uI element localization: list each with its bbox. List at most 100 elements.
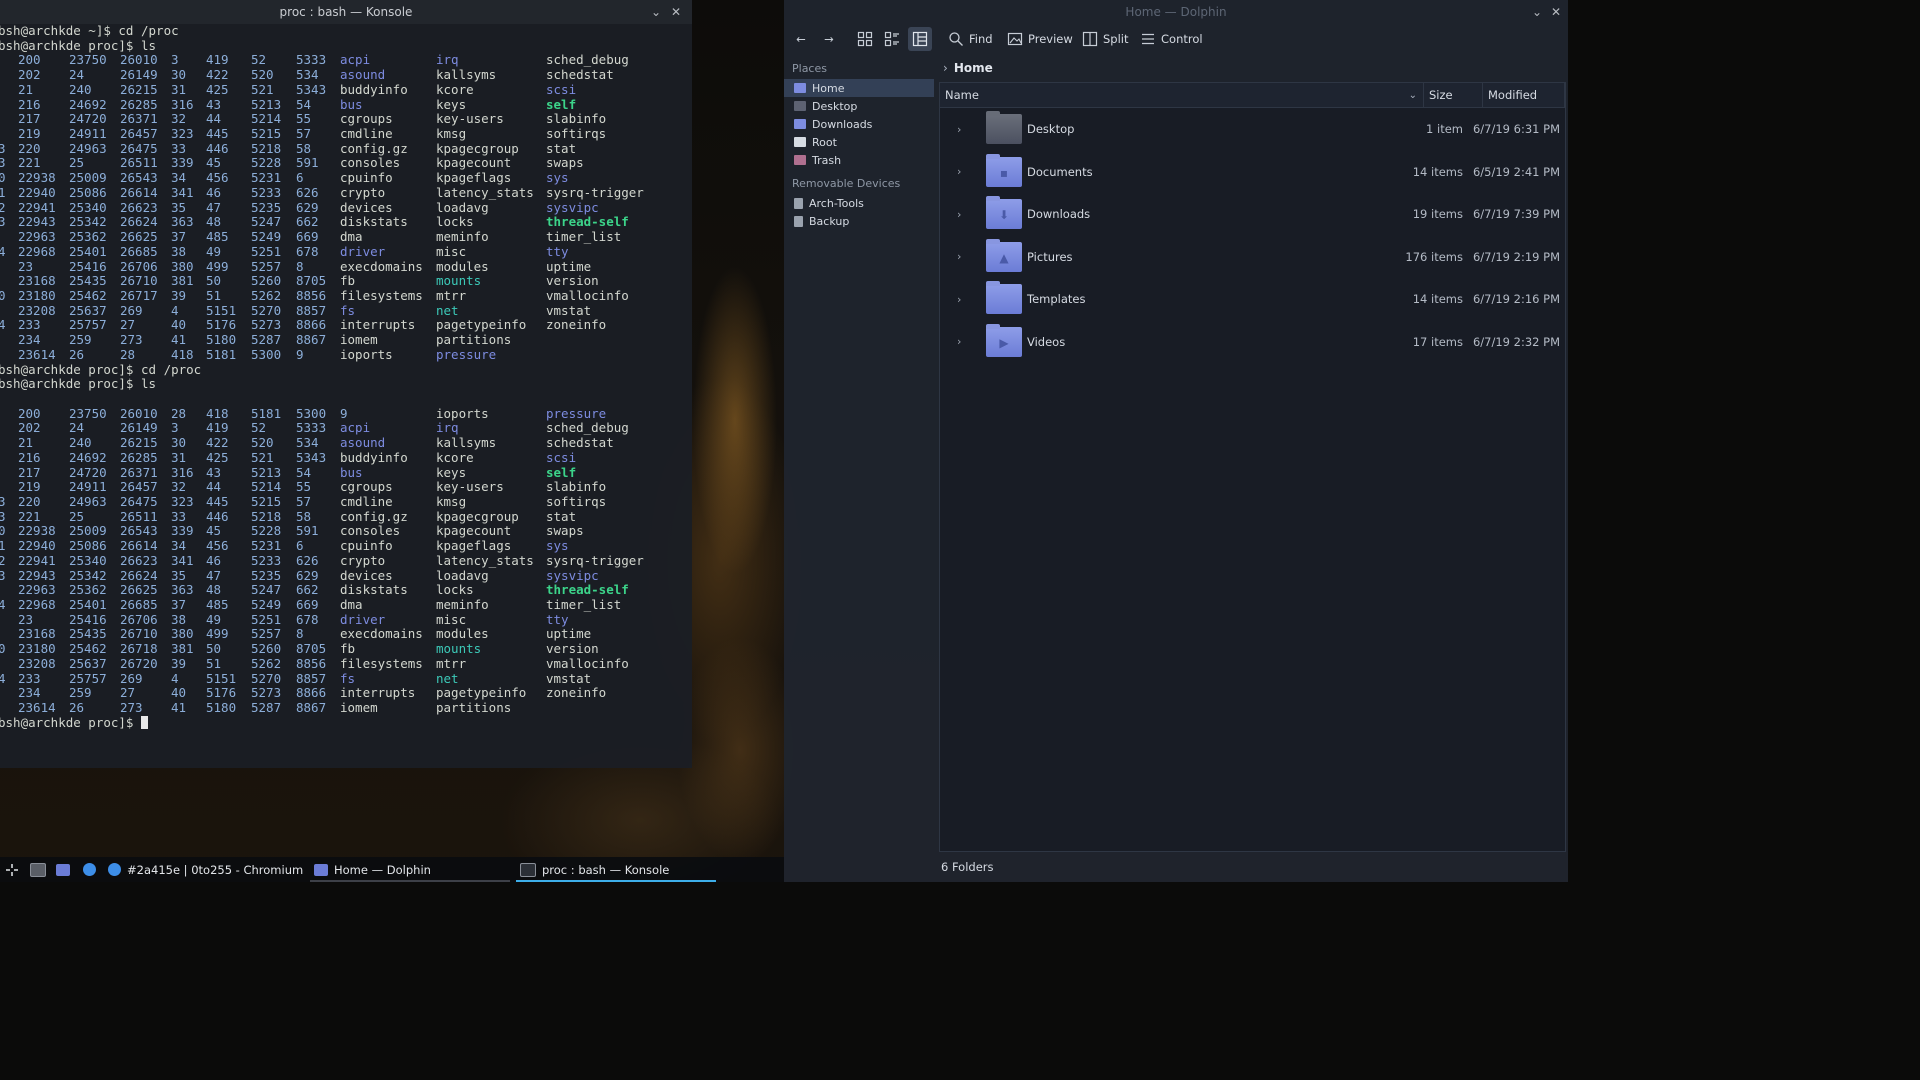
file-row[interactable]: › ▶ Videos 17 items 6/7/19 2:32 PM [940, 321, 1565, 364]
terminal-cell: 3 [0, 567, 6, 583]
terminal-line: 23208 25637 26720 39 51 5262 8856 filesystems mt… [0, 655, 692, 672]
terminal-cell: 202 [18, 67, 41, 83]
pictures-folder-icon: ▲ [986, 238, 1022, 272]
expand-chevron-icon[interactable]: › [957, 208, 961, 221]
back-button[interactable]: ← [792, 27, 810, 51]
terminal-cell: 22968 [18, 597, 56, 613]
icons-view-button[interactable] [854, 27, 876, 51]
terminal-cell: 5260 [251, 641, 282, 657]
app-launcher-button[interactable] [5, 857, 19, 882]
details-view-button[interactable] [908, 27, 932, 51]
file-row[interactable]: › Desktop 1 item 6/7/19 6:31 PM [940, 108, 1565, 151]
close-icon[interactable]: ✕ [667, 3, 685, 21]
terminal-cell: 31 [171, 449, 187, 465]
dolphin-title: Home — Dolphin [1125, 5, 1227, 19]
places-item-trash[interactable]: Trash [784, 151, 934, 169]
expand-chevron-icon[interactable]: › [957, 293, 961, 306]
terminal-cell: 26149 [120, 420, 158, 436]
terminal-cell: 25 [69, 508, 85, 524]
terminal-line: 3 22943 25342 26624 35 47 5235 629 devices loadav… [0, 567, 692, 584]
terminal-line: bsh@archkde ~]$ cd /proc [0, 23, 692, 39]
terminal-cell: 51 [206, 655, 222, 671]
terminal-cell: fb [340, 273, 356, 289]
taskbar-task[interactable]: #2a415e | 0to255 - Chromium [108, 857, 303, 882]
terminal-cell: fb [340, 641, 356, 657]
terminal-cell: 3 [0, 494, 6, 509]
split-button[interactable]: Split [1082, 27, 1129, 51]
terminal-cell: 27 [120, 685, 136, 701]
close-icon[interactable]: ✕ [1547, 3, 1565, 21]
terminal-cell: uptime [546, 258, 592, 274]
terminal-cell: 34 [171, 170, 187, 186]
terminal-cell: interrupts [340, 317, 416, 333]
places-item-root[interactable]: Root [784, 133, 934, 151]
split-label: Split [1103, 32, 1129, 46]
terminal-cell: 25416 [69, 611, 107, 627]
file-row[interactable]: › ⬇ Downloads 19 items 6/7/19 7:39 PM [940, 193, 1565, 236]
dolphin-window[interactable]: Home — Dolphin ⌄ ✕ ← → Find Preview Spli… [784, 0, 1568, 882]
show-desktop-button[interactable] [30, 857, 46, 882]
konsole-window[interactable]: proc : bash — Konsole ⌄ ✕ bsh@archkde ~]… [0, 0, 692, 768]
terminal-cell: 24963 [69, 494, 107, 509]
terminal-cell: 5218 [251, 140, 282, 156]
control-menu-button[interactable]: Control [1140, 27, 1203, 51]
terminal-cell: 4 [0, 670, 6, 686]
taskbar-task[interactable]: Home — Dolphin [314, 857, 431, 882]
expand-chevron-icon[interactable]: › [957, 335, 961, 348]
column-name[interactable]: Name ⌄ [940, 83, 1424, 107]
terminal-cell: 43 [206, 96, 222, 112]
konsole-titlebar[interactable]: proc : bash — Konsole ⌄ ✕ [0, 0, 692, 24]
preview-button[interactable]: Preview [1007, 27, 1073, 51]
compact-view-button[interactable] [881, 27, 903, 51]
expand-chevron-icon[interactable]: › [957, 250, 961, 263]
taskbar-task[interactable]: proc : bash — Konsole [520, 857, 669, 882]
terminal-cell: 8857 [296, 302, 327, 318]
terminal-cell: 26010 [120, 52, 158, 68]
terminal-cell: driver [340, 243, 386, 259]
column-name-label: Name [945, 88, 979, 102]
terminal-line: 22963 25362 26625 363 48 5247 662 diskstats lock… [0, 583, 692, 598]
terminal-cell: 26718 [120, 641, 158, 657]
terminal-cell: 8 [296, 626, 304, 642]
terminal-cell: 419 [206, 52, 229, 68]
terminal-cell: 216 [18, 449, 41, 465]
terminal-cell: 24911 [69, 479, 107, 495]
device-item[interactable]: Arch-Tools [784, 194, 934, 212]
terminal-cell: bsh@archkde proc]$ ls [0, 37, 157, 53]
details-view[interactable]: Name ⌄ Size Modified › Desktop 1 item 6/7/1… [939, 82, 1566, 852]
breadcrumb[interactable]: › Home [939, 56, 1568, 80]
dolphin-titlebar[interactable]: Home — Dolphin ⌄ ✕ [784, 0, 1568, 24]
terminal-cell: kpagecount [436, 155, 512, 171]
forward-button[interactable]: → [820, 27, 838, 51]
terminal-cell: 5215 [251, 126, 282, 142]
file-name: Videos [1027, 334, 1066, 349]
column-size[interactable]: Size [1424, 83, 1483, 107]
find-button[interactable]: Find [948, 27, 993, 51]
terminal-cell: 273 [120, 332, 143, 348]
expand-chevron-icon[interactable]: › [957, 165, 961, 178]
minimize-icon[interactable]: ⌄ [647, 3, 665, 21]
terminal-cell: scsi [546, 81, 577, 97]
terminal-cell: consoles [340, 155, 401, 171]
terminal-cell: 456 [206, 170, 229, 186]
places-item-downloads[interactable]: Downloads [784, 115, 934, 133]
places-item-home[interactable]: Home [784, 79, 934, 97]
minimize-icon[interactable]: ⌄ [1528, 3, 1546, 21]
file-row[interactable]: › ▲ Pictures 176 items 6/7/19 2:19 PM [940, 236, 1565, 279]
column-modified[interactable]: Modified [1483, 83, 1565, 107]
device-item[interactable]: Backup [784, 212, 934, 230]
breadcrumb-home[interactable]: Home [954, 61, 993, 75]
browser-launcher[interactable] [83, 857, 96, 882]
places-item-desktop[interactable]: Desktop [784, 97, 934, 115]
file-row[interactable]: › ▪ Documents 14 items 6/5/19 2:41 PM [940, 151, 1565, 194]
terminal-output[interactable]: bsh@archkde ~]$ cd /proc bsh@archkde proc… [0, 23, 692, 731]
terminal-cell: 26614 [120, 184, 158, 200]
file-manager-launcher[interactable] [56, 857, 70, 882]
file-row[interactable]: › Templates 14 items 6/7/19 2:16 PM [940, 278, 1565, 321]
expand-chevron-icon[interactable]: › [957, 123, 961, 136]
device-label: Backup [809, 214, 850, 228]
file-modified: 6/7/19 2:19 PM [1472, 249, 1560, 264]
terminal-cell: tty [546, 611, 569, 627]
terminal-cell: 26475 [120, 494, 158, 509]
terminal-cell: 41 [171, 700, 187, 716]
